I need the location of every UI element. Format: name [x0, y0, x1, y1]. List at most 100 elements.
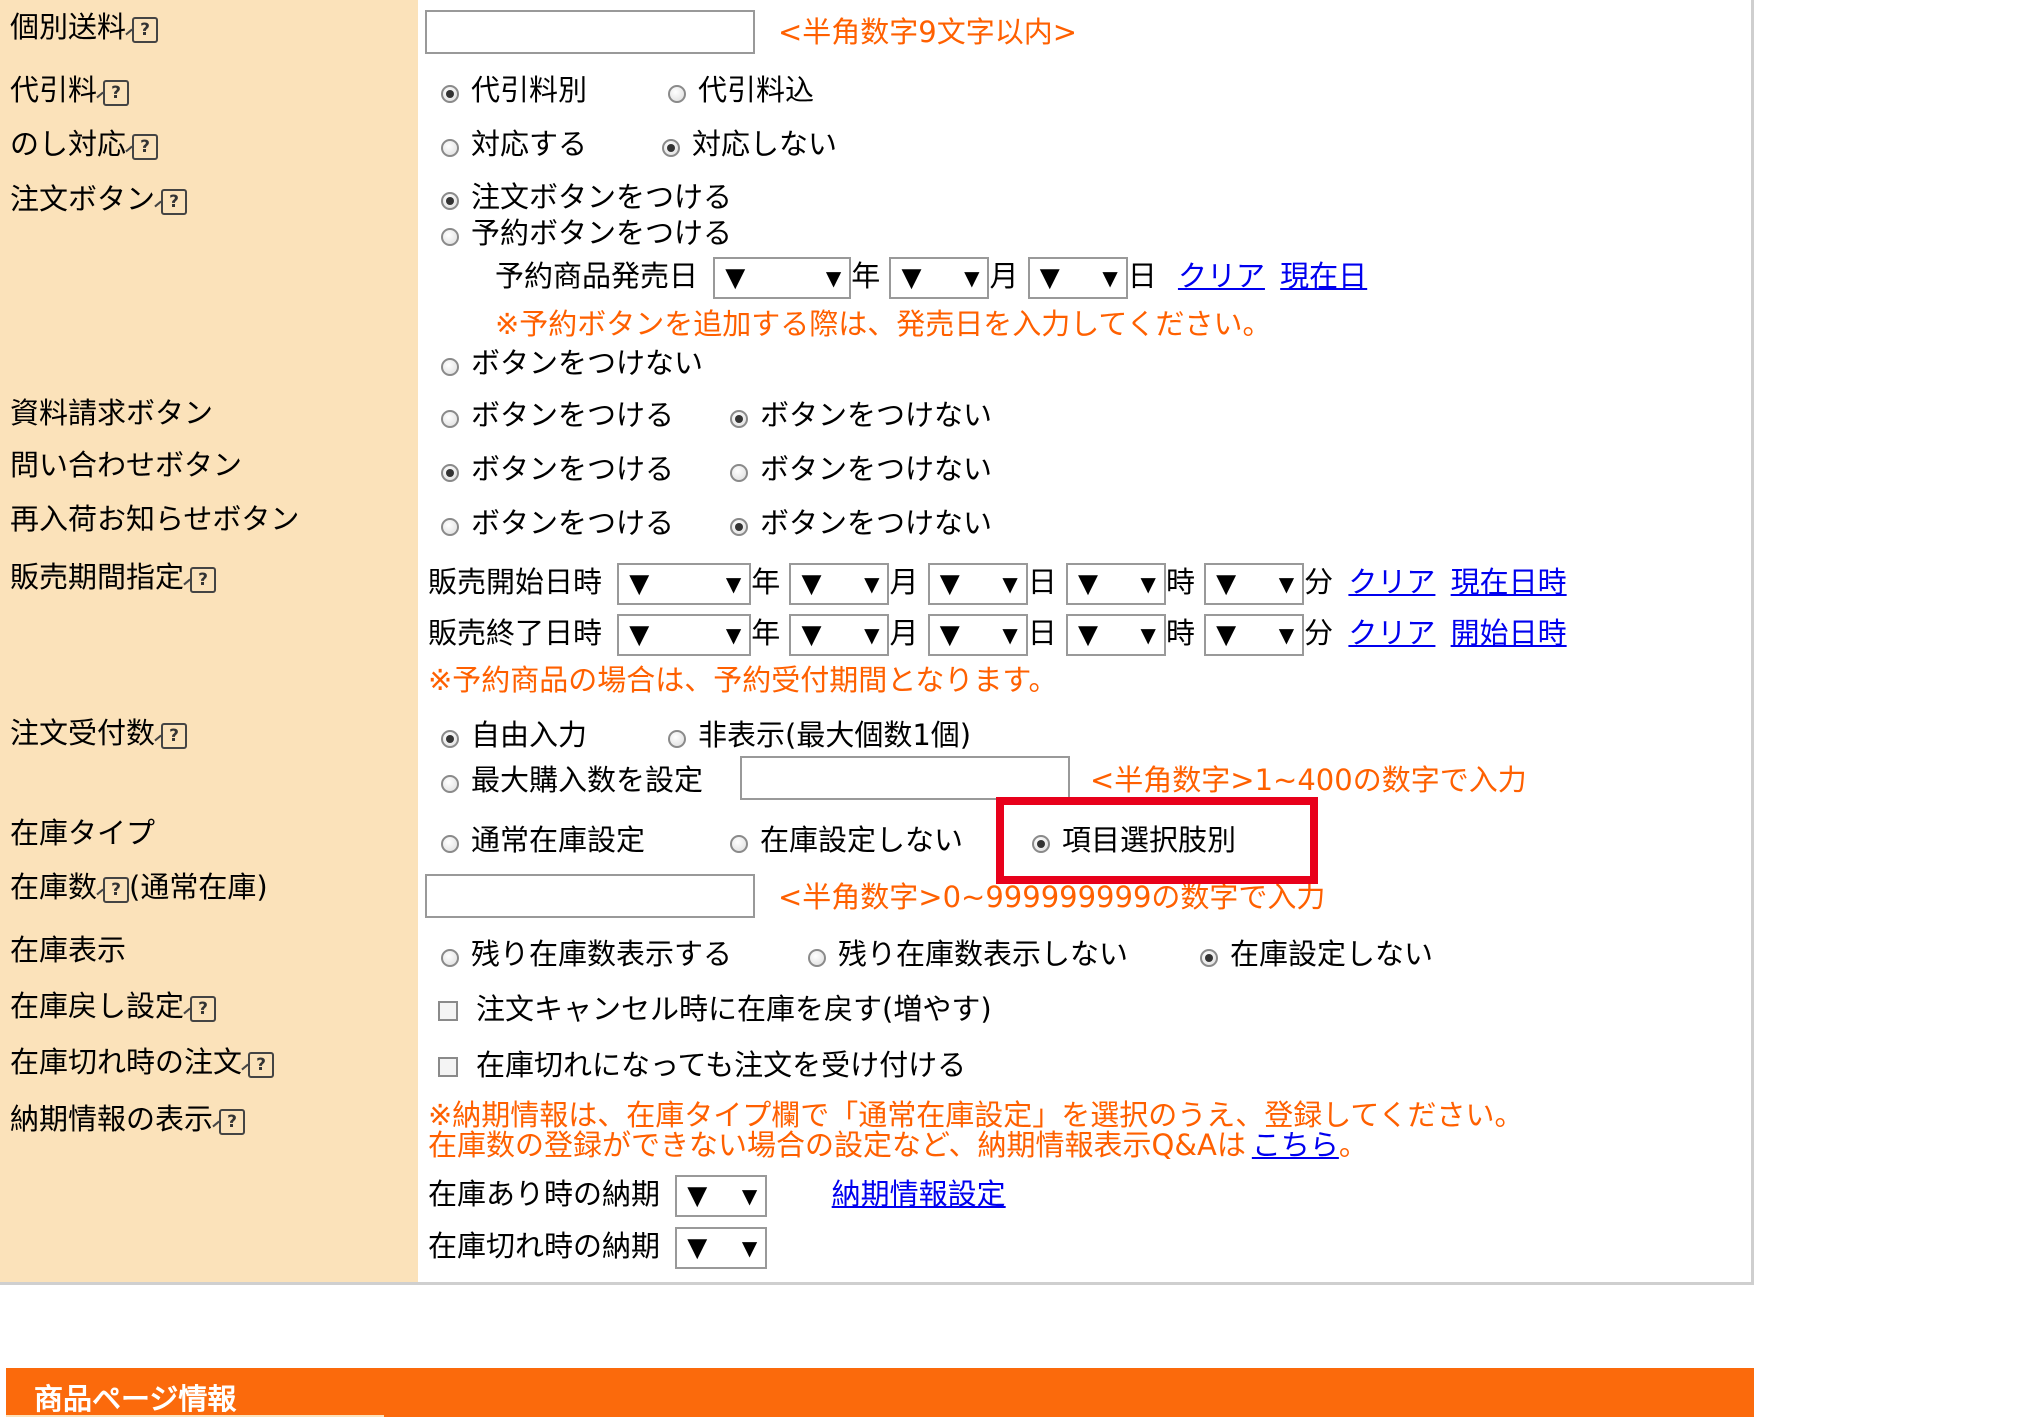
order-button-option-order[interactable]: 注文ボタンをつける: [441, 180, 732, 214]
select-value: ▼: [687, 1181, 708, 1211]
cod-option-separate[interactable]: 代引料別: [441, 73, 587, 107]
radio-icon[interactable]: [441, 228, 459, 246]
stock-type-option-normal[interactable]: 通常在庫設定: [441, 823, 645, 857]
sales-start-label: 販売開始日時: [428, 565, 603, 599]
release-month-select[interactable]: ▼ ▼: [889, 257, 990, 299]
release-today-link[interactable]: 現在日: [1280, 259, 1367, 293]
help-icon[interactable]: ?: [248, 1052, 275, 1078]
stock-return-checkbox[interactable]: 注文キャンセル時に在庫を戻す(増やす): [438, 992, 992, 1026]
radio-icon[interactable]: [730, 410, 748, 428]
label-stock-type: 在庫タイプ: [10, 816, 155, 850]
minute-unit: 分: [1304, 616, 1334, 650]
end-month-select[interactable]: ▼ ▼: [789, 614, 890, 656]
help-icon[interactable]: ?: [190, 996, 217, 1022]
radio-icon[interactable]: [441, 464, 459, 482]
option-label: 通常在庫設定: [471, 823, 646, 857]
checkbox-icon[interactable]: [438, 1001, 458, 1021]
max-qty-input[interactable]: [740, 756, 1070, 800]
start-minute-select[interactable]: ▼ ▼: [1204, 563, 1305, 605]
stock-display-option-hide[interactable]: 残り在庫数表示しない: [808, 937, 1128, 971]
noshi-option-yes[interactable]: 対応する: [441, 127, 587, 161]
option-label: ボタンをつける: [471, 452, 675, 486]
radio-icon[interactable]: [441, 192, 459, 210]
radio-icon[interactable]: [441, 85, 459, 103]
end-hour-select[interactable]: ▼ ▼: [1065, 614, 1166, 656]
start-hour-select[interactable]: ▼ ▼: [1065, 563, 1166, 605]
radio-icon[interactable]: [1200, 949, 1218, 967]
help-icon[interactable]: ?: [161, 723, 188, 749]
order-qty-option-hidden[interactable]: 非表示(最大個数1個): [668, 718, 971, 752]
radio-icon[interactable]: [668, 85, 686, 103]
release-clear-link[interactable]: クリア: [1178, 259, 1265, 293]
checkbox-icon[interactable]: [438, 1057, 458, 1077]
stock-qty-input[interactable]: [425, 874, 755, 918]
radio-icon[interactable]: [441, 730, 459, 748]
year-unit: 年: [851, 259, 881, 293]
radio-icon[interactable]: [730, 518, 748, 536]
stock-display-option-show[interactable]: 残り在庫数表示する: [441, 937, 732, 971]
start-year-select[interactable]: ▼ ▼: [617, 563, 752, 605]
help-icon[interactable]: ?: [161, 189, 188, 215]
end-day-select[interactable]: ▼ ▼: [927, 614, 1028, 656]
end-start-link[interactable]: 開始日時: [1451, 616, 1567, 650]
inquiry-option-yes[interactable]: ボタンをつける: [441, 452, 674, 486]
order-button-option-reserve[interactable]: 予約ボタンをつける: [441, 216, 732, 250]
option-label: ボタンをつけない: [760, 398, 993, 432]
hour-unit: 時: [1165, 565, 1195, 599]
select-value: ▼: [1077, 569, 1098, 599]
shipping-input[interactable]: [425, 10, 755, 54]
sales-end-label: 販売終了日時: [428, 616, 603, 650]
radio-icon[interactable]: [668, 730, 686, 748]
radio-icon[interactable]: [441, 835, 459, 853]
end-clear-link[interactable]: クリア: [1348, 616, 1435, 650]
dropdown-arrow-icon: ▼: [725, 623, 742, 647]
delivery-qa-link[interactable]: こちら: [1252, 1128, 1339, 1162]
label-order-button: 注文ボタン?: [10, 182, 188, 216]
end-year-select[interactable]: ▼ ▼: [617, 614, 752, 656]
radio-icon[interactable]: [730, 835, 748, 853]
radio-icon[interactable]: [662, 139, 680, 157]
stock-display-option-none[interactable]: 在庫設定しない: [1200, 937, 1433, 971]
start-clear-link[interactable]: クリア: [1348, 565, 1435, 599]
order-button-option-none[interactable]: ボタンをつけない: [441, 346, 703, 380]
section-header-product-page: 商品ページ情報: [6, 1368, 1754, 1417]
stock-type-option-none[interactable]: 在庫設定しない: [730, 823, 963, 857]
radio-icon[interactable]: [441, 775, 459, 793]
help-icon[interactable]: ?: [190, 567, 217, 593]
help-icon[interactable]: ?: [132, 17, 159, 43]
delivery-settings-link[interactable]: 納期情報設定: [832, 1177, 1006, 1211]
out-of-stock-checkbox[interactable]: 在庫切れになっても注文を受け付ける: [438, 1048, 966, 1082]
restock-option-no[interactable]: ボタンをつけない: [730, 506, 992, 540]
select-value: ▼: [1216, 569, 1237, 599]
radio-icon[interactable]: [441, 410, 459, 428]
restock-option-yes[interactable]: ボタンをつける: [441, 506, 674, 540]
label-text: 納期情報の表示: [10, 1102, 214, 1136]
inquiry-option-no[interactable]: ボタンをつけない: [730, 452, 992, 486]
radio-icon[interactable]: [730, 464, 748, 482]
noshi-option-no[interactable]: 対応しない: [662, 127, 837, 161]
radio-icon[interactable]: [441, 358, 459, 376]
in-stock-delivery-select[interactable]: ▼ ▼: [675, 1175, 768, 1217]
radio-icon[interactable]: [441, 139, 459, 157]
order-qty-option-free[interactable]: 自由入力: [441, 718, 587, 752]
start-now-link[interactable]: 現在日時: [1451, 565, 1567, 599]
start-month-select[interactable]: ▼ ▼: [789, 563, 890, 605]
release-year-select[interactable]: ▼ ▼: [713, 257, 852, 299]
radio-icon[interactable]: [441, 518, 459, 536]
select-value: ▼: [801, 620, 822, 650]
help-icon[interactable]: ?: [103, 877, 130, 903]
order-qty-option-max[interactable]: 最大購入数を設定: [441, 763, 703, 797]
end-minute-select[interactable]: ▼ ▼: [1204, 614, 1305, 656]
release-day-select[interactable]: ▼ ▼: [1027, 257, 1128, 299]
request-option-no[interactable]: ボタンをつけない: [730, 398, 992, 432]
request-option-yes[interactable]: ボタンをつける: [441, 398, 674, 432]
radio-icon[interactable]: [808, 949, 826, 967]
help-icon[interactable]: ?: [103, 80, 130, 106]
out-stock-delivery-label: 在庫切れ時の納期: [428, 1229, 661, 1263]
help-icon[interactable]: ?: [132, 134, 159, 160]
radio-icon[interactable]: [441, 949, 459, 967]
cod-option-included[interactable]: 代引料込: [668, 73, 814, 107]
help-icon[interactable]: ?: [219, 1109, 246, 1135]
out-stock-delivery-select[interactable]: ▼ ▼: [675, 1227, 768, 1269]
start-day-select[interactable]: ▼ ▼: [927, 563, 1028, 605]
